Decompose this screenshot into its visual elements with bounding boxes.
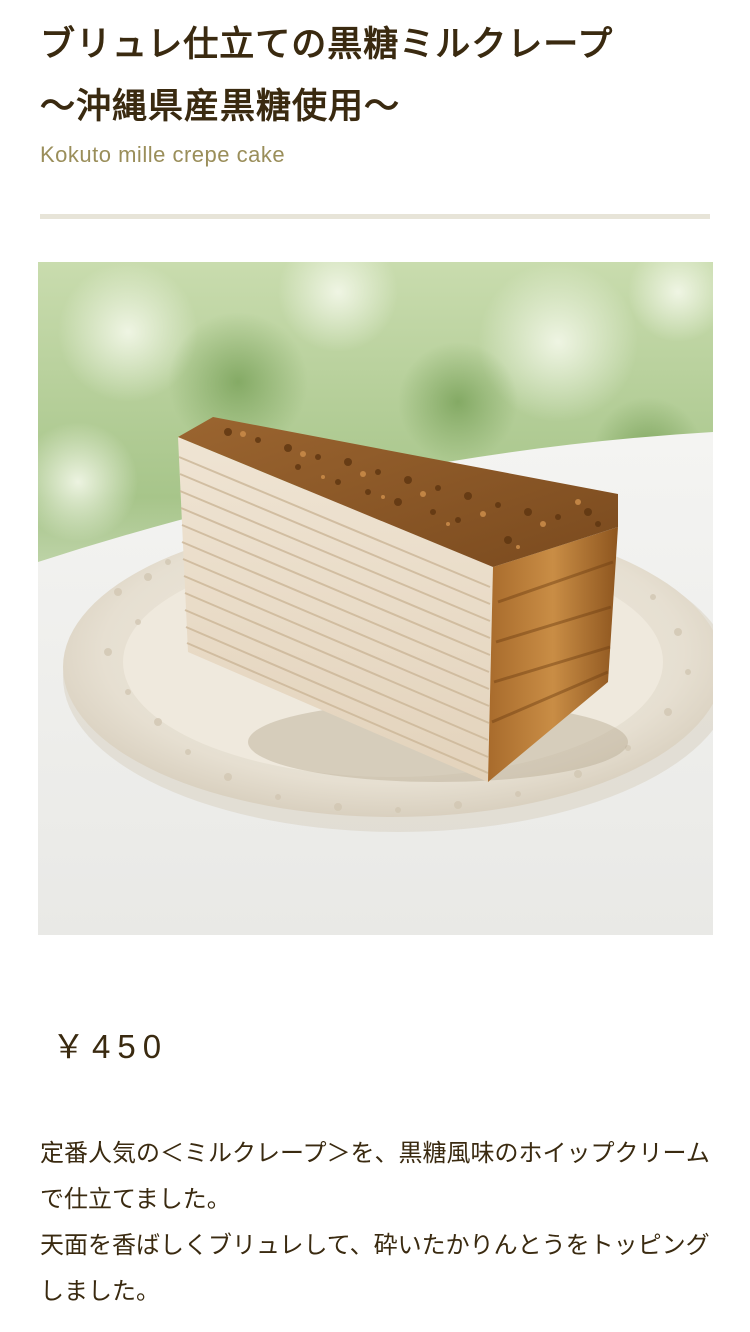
product-header: ブリュレ仕立ての黒糖ミルクレープ 〜沖縄県産黒糖使用〜 Kokuto mille… xyxy=(40,14,710,168)
cake-image xyxy=(38,262,713,935)
description-paragraph: 天面を香ばしくブリュレして、砕いたかりんとうをトッピングしました。 xyxy=(40,1231,710,1305)
divider xyxy=(40,214,710,219)
description-paragraph: 定番人気の＜ミルクレープ＞を、黒糖風味のホイップクリームで仕立てました。 xyxy=(40,1139,710,1213)
product-subtitle: Kokuto mille crepe cake xyxy=(40,142,286,167)
product-price: ￥450 xyxy=(52,1028,169,1065)
product-description: 定番人気の＜ミルクレープ＞を、黒糖風味のホイップクリームで仕立てました。 天面を… xyxy=(40,1130,720,1314)
product-title-line2: 〜沖縄県産黒糖使用〜 xyxy=(40,87,401,127)
product-title-line1: ブリュレ仕立ての黒糖ミルクレープ xyxy=(40,25,614,65)
product-photo xyxy=(38,262,713,935)
